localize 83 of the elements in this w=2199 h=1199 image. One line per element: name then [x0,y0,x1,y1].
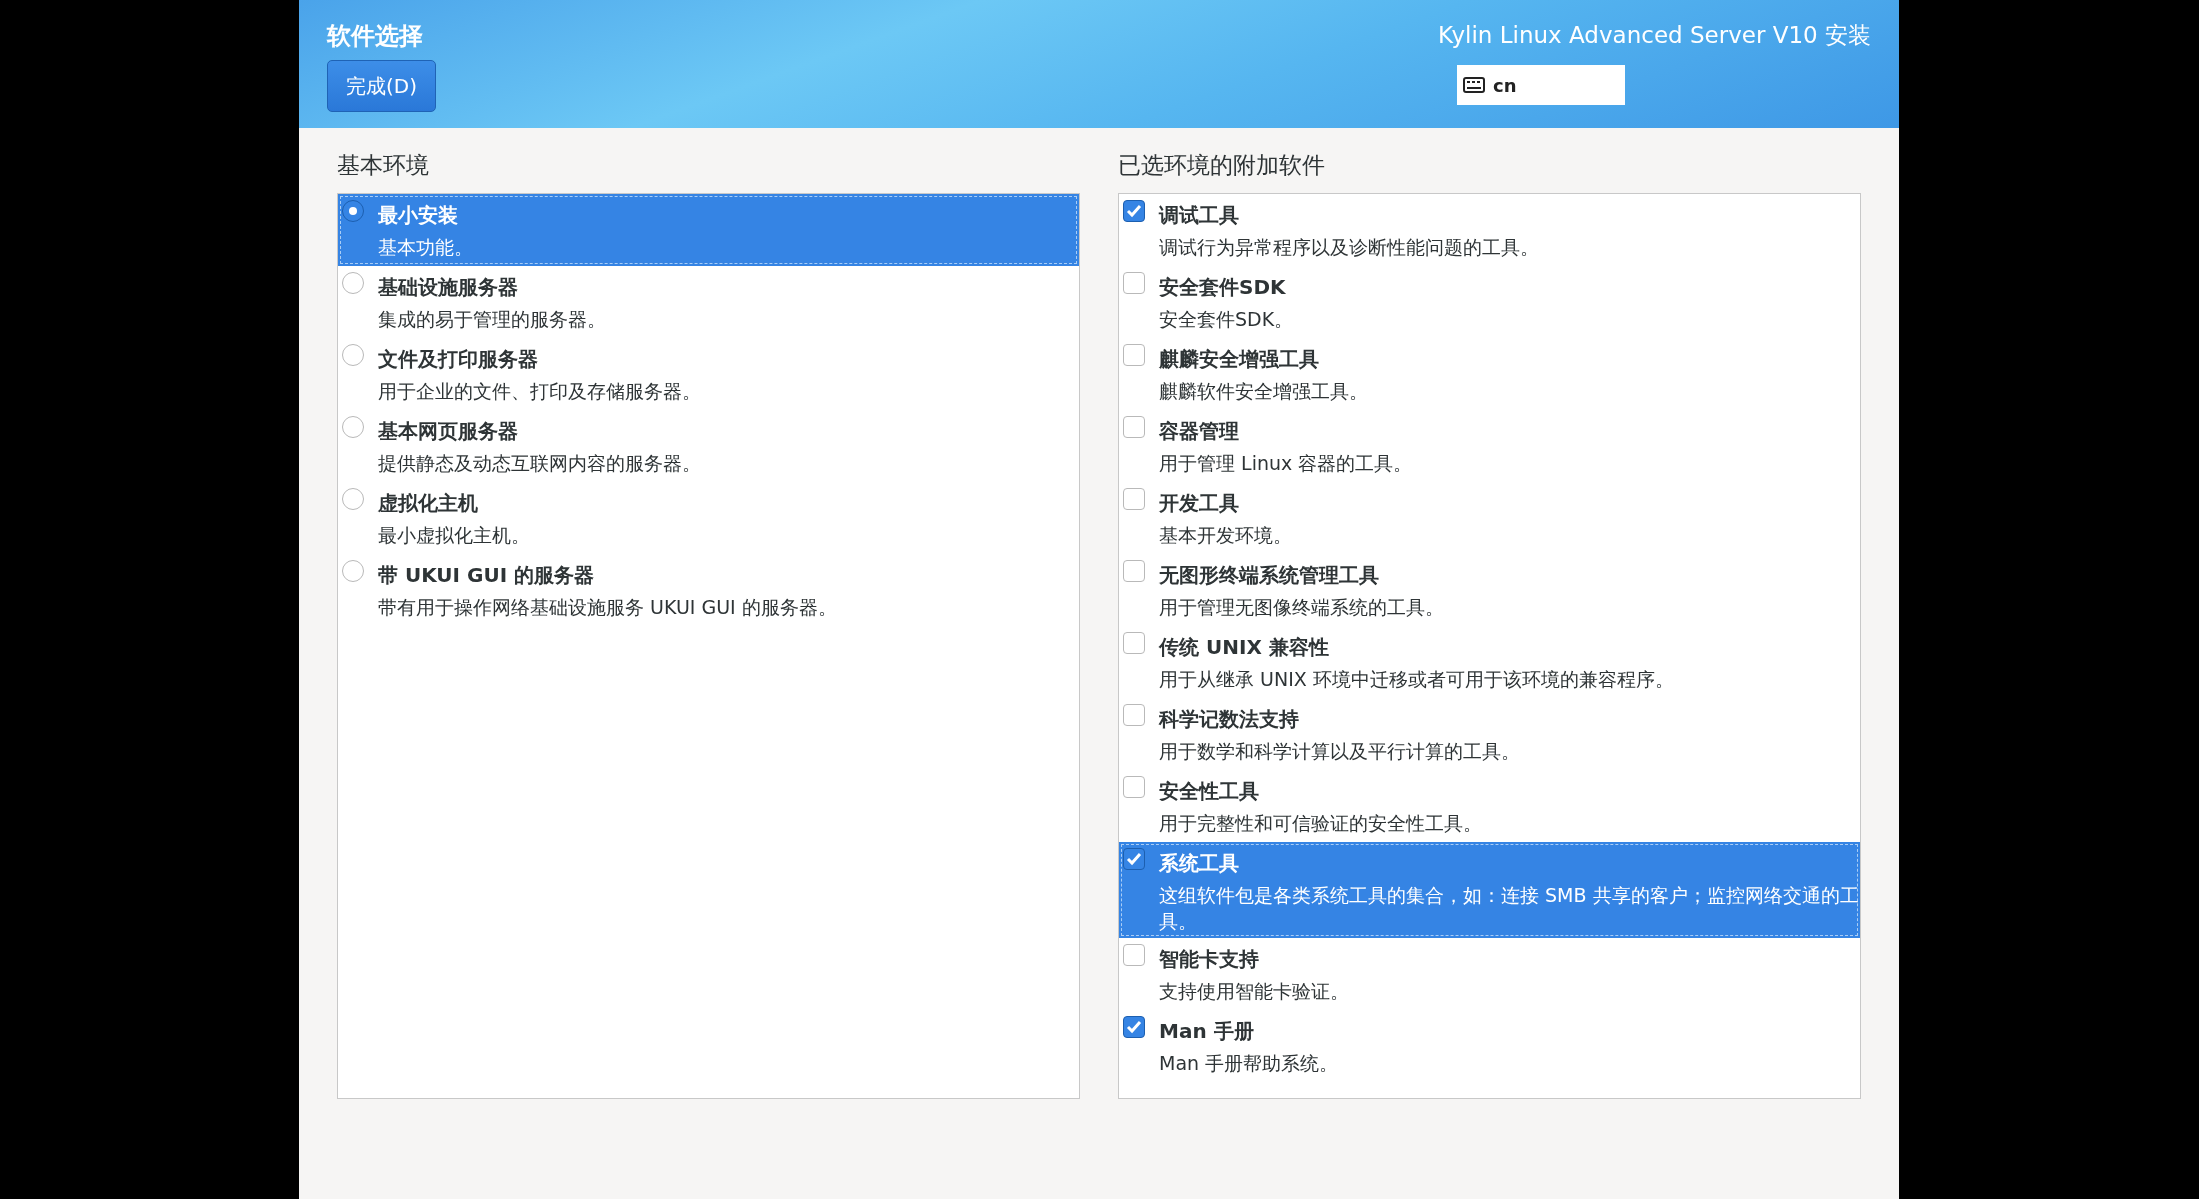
keyboard-icon [1463,77,1485,93]
addon-option[interactable]: 开发工具 基本开发环境。 [1119,482,1860,554]
option-description: 用于完整性和可信验证的安全性工具。 [1159,811,1482,836]
option-name: 文件及打印服务器 [378,346,539,373]
addon-option[interactable]: 安全性工具 用于完整性和可信验证的安全性工具。 [1119,770,1860,842]
environment-option[interactable]: 基础设施服务器 集成的易于管理的服务器。 [338,266,1079,338]
option-description: 麒麟软件安全增强工具。 [1159,379,1368,404]
addon-option[interactable]: 调试工具 调试行为异常程序以及诊断性能问题的工具。 [1119,194,1860,266]
option-description: 用于管理无图像终端系统的工具。 [1159,595,1444,620]
checkbox[interactable] [1123,632,1145,654]
option-name: 基础设施服务器 [378,274,519,301]
option-name: 虚拟化主机 [378,490,479,517]
option-description: 支持使用智能卡验证。 [1159,979,1349,1005]
product-title: Kylin Linux Advanced Server V10 安装 [1438,21,1871,50]
checkbox[interactable] [1123,704,1145,726]
radio-button[interactable] [342,200,364,222]
keyboard-layout-indicator[interactable]: cn [1457,65,1625,105]
addon-option[interactable]: 无图形终端系统管理工具 用于管理无图像终端系统的工具。 [1119,554,1860,626]
radio-button[interactable] [342,344,364,366]
option-description: Man 手册帮助系统。 [1159,1051,1339,1077]
checkmark-icon [1126,1020,1142,1035]
checkbox[interactable] [1123,944,1145,967]
option-description: 集成的易于管理的服务器。 [378,307,606,332]
option-name: 传统 UNIX 兼容性 [1159,634,1330,661]
section-heading: 基本环境 [337,151,430,180]
option-name: 基本网页服务器 [378,418,519,445]
option-name: 带 UKUI GUI 的服务器 [378,562,596,589]
addon-option[interactable]: 麒麟安全增强工具 麒麟软件安全增强工具。 [1119,338,1860,410]
done-button[interactable]: 完成(D) [327,60,436,112]
addon-option[interactable]: 系统工具 这组软件包是各类系统工具的集合，如：连接 SMB 共享的客户；监控网络交通的工具。 [1119,842,1860,939]
option-name: 麒麟安全增强工具 [1159,346,1320,373]
option-description: 这组软件包是各类系统工具的集合，如：连接 SMB 共享的客户；监控网络交通的工具。 [1159,883,1860,934]
option-name: Man 手册 [1159,1018,1255,1046]
radio-button[interactable] [342,416,364,438]
radio-button[interactable] [342,560,364,582]
option-description: 用于数学和科学计算以及平行计算的工具。 [1159,739,1520,764]
checkbox[interactable] [1123,560,1145,582]
radio-button[interactable] [342,272,364,294]
addon-option[interactable]: 容器管理 用于管理 Linux 容器的工具。 [1119,410,1860,482]
option-description: 基本开发环境。 [1159,523,1292,548]
checkbox[interactable] [1123,344,1145,366]
checkbox[interactable] [1123,200,1145,222]
page-title: 软件选择 [327,21,423,52]
option-name: 系统工具 [1159,850,1240,877]
option-description: 提供静态及动态互联网内容的服务器。 [378,451,701,476]
environment-option[interactable]: 文件及打印服务器 用于企业的文件、打印及存储服务器。 [338,338,1079,410]
checkmark-icon [1126,852,1142,866]
option-description: 调试行为异常程序以及诊断性能问题的工具。 [1159,235,1539,260]
keyboard-layout-label: cn [1493,74,1517,96]
checkbox[interactable] [1123,848,1145,870]
addon-option[interactable]: 科学记数法支持 用于数学和科学计算以及平行计算的工具。 [1119,698,1860,770]
addon-option[interactable]: 智能卡支持 支持使用智能卡验证。 [1119,938,1860,1011]
option-name: 科学记数法支持 [1159,706,1300,733]
checkbox[interactable] [1123,488,1145,510]
environment-option[interactable]: 最小安装 基本功能。 [338,194,1079,266]
environment-option[interactable]: 虚拟化主机 最小虚拟化主机。 [338,482,1079,554]
option-description: 带有用于操作网络基础设施服务 UKUI GUI 的服务器。 [378,595,837,620]
option-name: 安全套件SDK [1159,274,1287,301]
option-name: 调试工具 [1159,202,1240,229]
option-name: 最小安装 [378,202,459,229]
section-heading: 已选环境的附加软件 [1118,151,1326,180]
option-name: 开发工具 [1159,490,1240,517]
checkbox[interactable] [1123,1016,1145,1039]
option-description: 用于企业的文件、打印及存储服务器。 [378,379,701,404]
option-name: 无图形终端系统管理工具 [1159,562,1380,589]
checkbox[interactable] [1123,776,1145,798]
option-description: 基本功能。 [378,235,473,260]
addon-option[interactable]: 传统 UNIX 兼容性 用于从继承 UNIX 环境中迁移或者可用于该环境的兼容程序。 [1119,626,1860,698]
option-name: 容器管理 [1159,418,1240,445]
option-name: 安全性工具 [1159,778,1260,805]
environment-option[interactable]: 带 UKUI GUI 的服务器 带有用于操作网络基础设施服务 UKUI GUI 的服务器。 [338,554,1079,626]
checkbox[interactable] [1123,416,1145,438]
option-description: 最小虚拟化主机。 [378,523,530,548]
radio-button[interactable] [342,488,364,510]
environment-option[interactable]: 基本网页服务器 提供静态及动态互联网内容的服务器。 [338,410,1079,482]
option-name: 智能卡支持 [1159,946,1260,974]
addon-option[interactable]: 安全套件SDK 安全套件SDK。 [1119,266,1860,338]
option-description: 用于从继承 UNIX 环境中迁移或者可用于该环境的兼容程序。 [1159,667,1674,692]
addon-option[interactable]: Man 手册 Man 手册帮助系统。 [1119,1010,1860,1083]
checkbox[interactable] [1123,272,1145,294]
option-description: 安全套件SDK。 [1159,307,1294,332]
checkmark-icon [1126,204,1142,218]
option-description: 用于管理 Linux 容器的工具。 [1159,451,1413,476]
